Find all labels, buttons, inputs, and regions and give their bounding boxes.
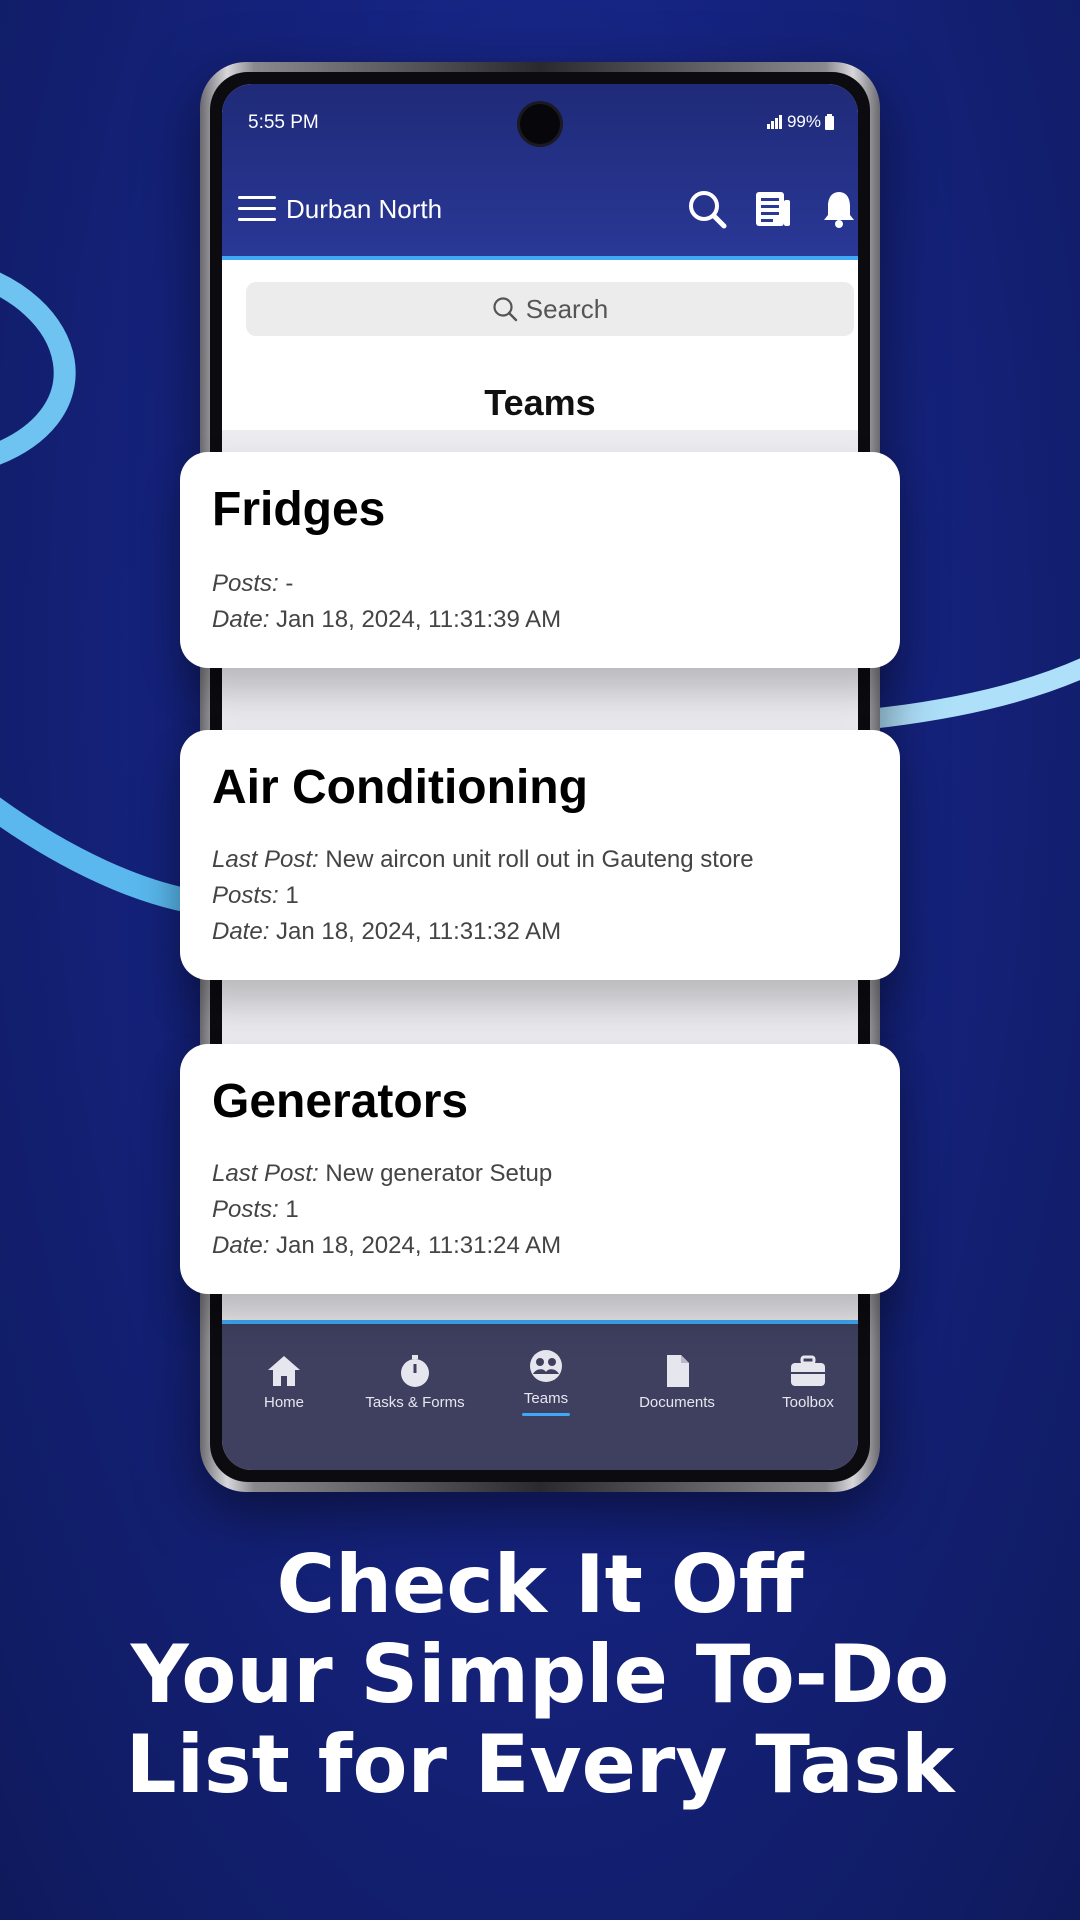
team-details: Last Post: New aircon unit roll out in G… <box>212 842 754 950</box>
nav-tasks-label: Tasks & Forms <box>365 1394 465 1411</box>
document-icon <box>667 1355 689 1387</box>
team-title: Air Conditioning <box>212 761 588 814</box>
team-title: Generators <box>212 1075 469 1128</box>
nav-documents[interactable]: Documents <box>617 1354 737 1411</box>
battery-icon <box>825 114 834 130</box>
headline-line-1: Check It Off <box>276 1538 804 1631</box>
team-details: Last Post: New generator Setup Posts: 1 … <box>212 1156 561 1264</box>
bottom-nav: Home Tasks & Forms Teams Documents Toolb… <box>222 1320 858 1470</box>
toolbox-icon <box>791 1355 825 1386</box>
date-row: Date: Jan 18, 2024, 11:31:39 AM <box>212 606 562 633</box>
posts-row: Posts: 1 <box>212 882 299 909</box>
app-header: 5:55 PM 99% Durban North <box>222 84 858 260</box>
active-tab-indicator <box>522 1413 570 1416</box>
status-time: 5:55 PM <box>248 112 319 133</box>
headline-line-2: Your Simple To-Do <box>130 1628 950 1721</box>
team-card-generators[interactable]: Generators Last Post: New generator Setu… <box>180 1044 900 1294</box>
nav-tasks-forms[interactable]: Tasks & Forms <box>355 1354 475 1411</box>
battery-percent: 99% <box>786 112 821 131</box>
date-row: Date: Jan 18, 2024, 11:31:32 AM <box>212 918 562 945</box>
timer-icon <box>401 1355 429 1387</box>
last-post-row: Last Post: New aircon unit roll out in G… <box>212 846 754 873</box>
home-icon <box>268 1356 300 1386</box>
front-camera <box>520 104 560 144</box>
nav-teams[interactable]: Teams <box>486 1348 606 1416</box>
headline-line-3: List for Every Task <box>125 1718 955 1811</box>
nav-home[interactable]: Home <box>224 1354 344 1411</box>
signal-icon <box>766 115 782 129</box>
search-placeholder: Search <box>525 293 609 324</box>
location-title: Durban North <box>286 194 443 224</box>
page-title: Teams <box>484 382 596 423</box>
nav-teams-label: Teams <box>523 1390 569 1407</box>
marketing-headline: Check It Off Your Simple To-Do List for … <box>0 1540 1080 1810</box>
bell-icon[interactable] <box>818 188 858 230</box>
team-details: Posts: - Date: Jan 18, 2024, 11:31:39 AM <box>212 566 561 638</box>
status-indicators: 99% <box>766 112 834 132</box>
nav-toolbox[interactable]: Toolbox <box>748 1354 858 1411</box>
search-input[interactable]: Search <box>246 282 854 336</box>
nav-toolbox-label: Toolbox <box>782 1394 834 1411</box>
team-title: Fridges <box>212 483 386 536</box>
nav-documents-label: Documents <box>639 1394 715 1411</box>
teams-icon <box>530 1350 562 1382</box>
search-icon <box>493 297 517 322</box>
team-card-air-conditioning[interactable]: Air Conditioning Last Post: New aircon u… <box>180 730 900 980</box>
hamburger-menu-icon[interactable] <box>238 196 276 224</box>
news-icon[interactable] <box>752 188 794 230</box>
posts-row: Posts: 1 <box>212 1196 299 1223</box>
last-post-row: Last Post: New generator Setup <box>212 1160 553 1187</box>
team-card-fridges[interactable]: Fridges Posts: - Date: Jan 18, 2024, 11:… <box>180 452 900 668</box>
search-icon[interactable] <box>686 188 728 230</box>
posts-row: Posts: - <box>212 570 294 597</box>
date-row: Date: Jan 18, 2024, 11:31:24 AM <box>212 1232 562 1259</box>
nav-home-label: Home <box>263 1394 304 1411</box>
